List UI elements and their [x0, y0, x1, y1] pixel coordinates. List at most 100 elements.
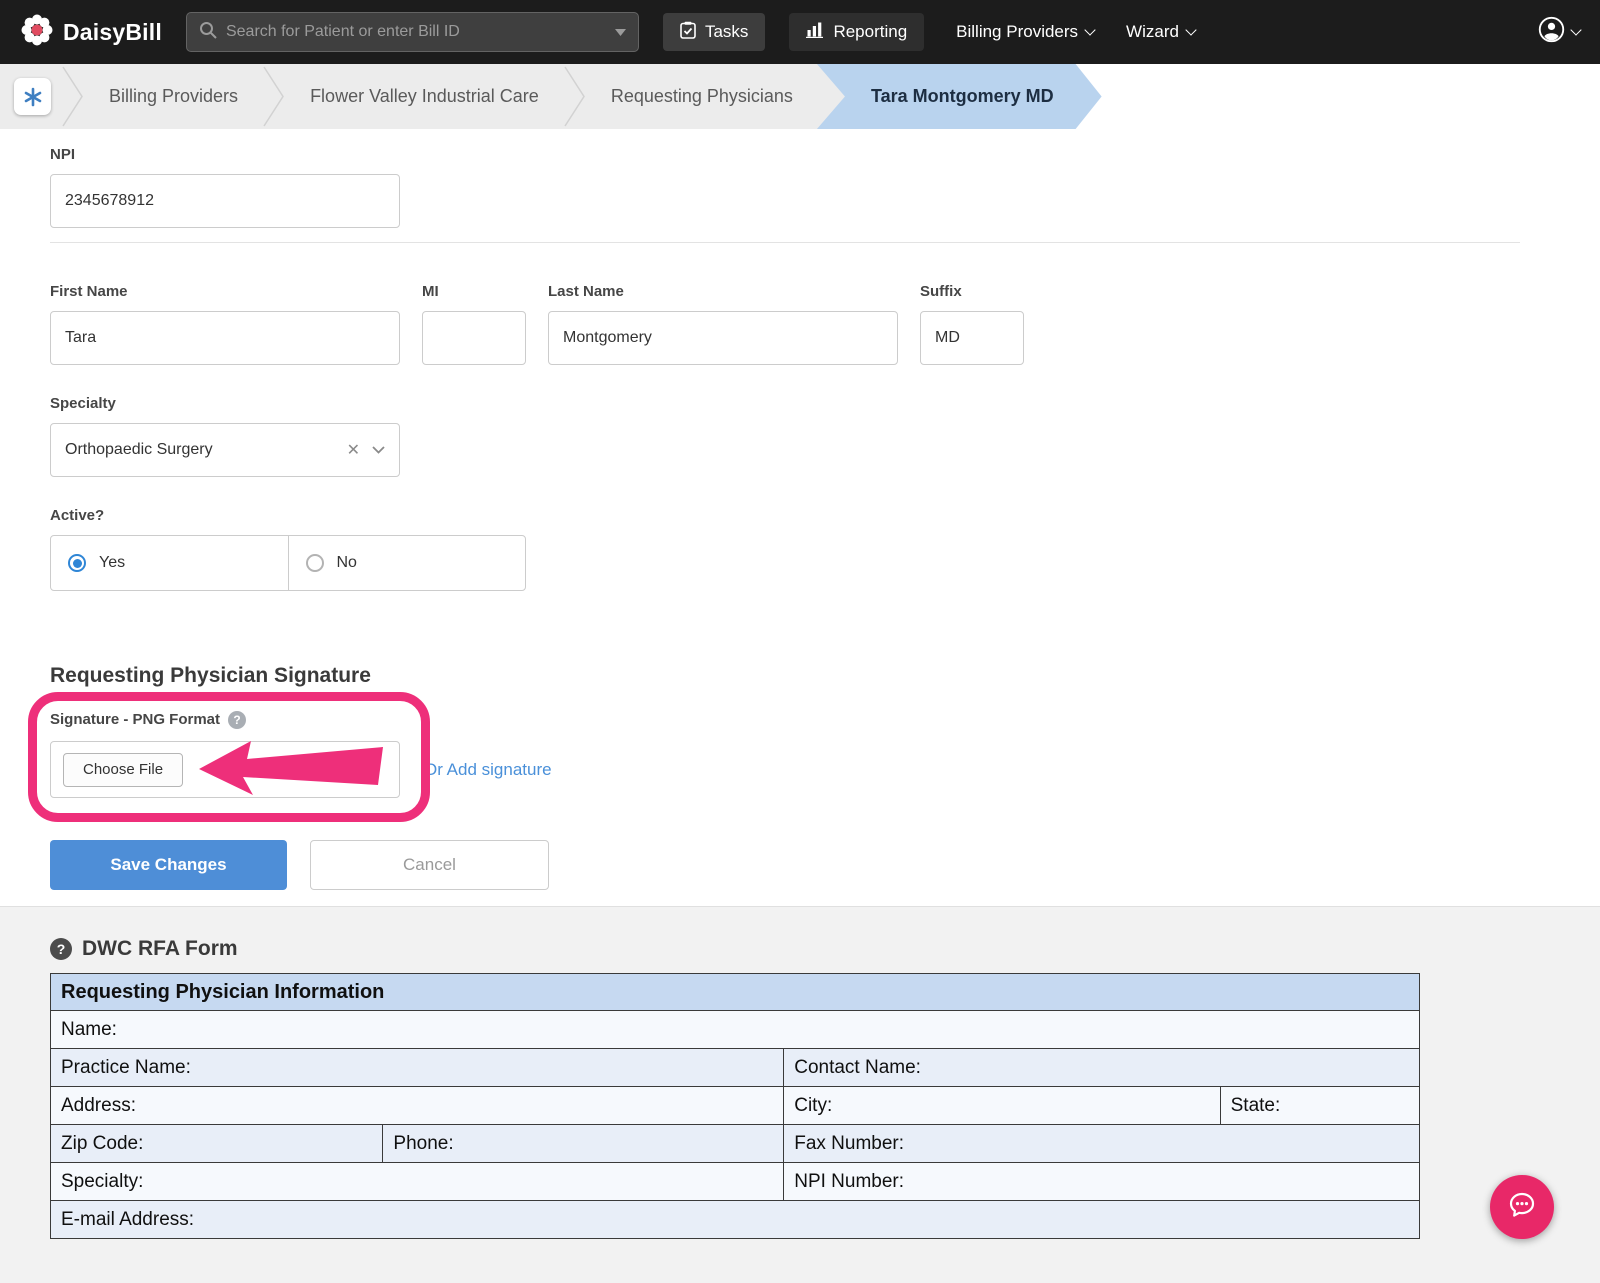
rfa-npi-cell: NPI Number:: [794, 1170, 905, 1192]
active-yes-label: Yes: [99, 554, 126, 571]
signature-file-label: Signature - PNG Format: [50, 711, 221, 728]
rfa-email-cell: E-mail Address:: [61, 1208, 195, 1230]
chevron-down-icon: [1084, 23, 1096, 36]
brand-logo[interactable]: DaisyBill: [20, 13, 162, 52]
form-actions: Save Changes Cancel: [50, 840, 1520, 890]
rfa-name-cell: Name:: [61, 1018, 117, 1040]
table-row: Zip Code: Phone: Fax Number:: [51, 1125, 1419, 1163]
save-changes-button[interactable]: Save Changes: [50, 840, 287, 890]
help-icon[interactable]: ?: [228, 711, 247, 729]
choose-file-button[interactable]: Choose File: [63, 752, 184, 787]
section-divider: [50, 242, 1520, 243]
radio-unchecked-icon[interactable]: [305, 554, 324, 572]
search-icon: [199, 21, 217, 44]
mi-input[interactable]: [422, 311, 526, 365]
mi-label: MI: [422, 283, 439, 300]
npi-label: NPI: [50, 146, 76, 163]
tasks-button[interactable]: Tasks: [662, 13, 766, 51]
bar-chart-icon: [806, 22, 824, 43]
top-nav-bar: DaisyBill Tasks: [0, 0, 1600, 64]
last-name-field: Last Name: [548, 283, 898, 365]
active-no-option[interactable]: No: [287, 536, 526, 590]
rfa-practice-name-cell: Practice Name:: [51, 1049, 785, 1086]
rfa-fax-cell: Fax Number:: [794, 1132, 905, 1154]
rfa-form-preview-table: Requesting Physician Information Name: P…: [50, 973, 1420, 1239]
account-menu[interactable]: [1538, 16, 1582, 48]
active-radio-group: Yes No: [50, 535, 526, 591]
specialty-select[interactable]: Orthopaedic Surgery ✕: [50, 423, 400, 477]
dwc-rfa-section: ? DWC RFA Form Requesting Physician Info…: [0, 906, 1600, 1283]
first-name-field: First Name: [50, 283, 400, 365]
breadcrumb-provider-name[interactable]: Flower Valley Industrial Care: [286, 64, 563, 129]
physician-form: NPI First Name MI Last Name Suffix Speci…: [0, 129, 1600, 906]
radio-checked-icon[interactable]: [68, 554, 86, 572]
brand-name: DaisyBill: [63, 18, 162, 45]
chat-support-button[interactable]: [1490, 1175, 1554, 1239]
chevron-down-icon: [1185, 23, 1197, 36]
first-name-input[interactable]: [50, 311, 400, 365]
active-yes-option[interactable]: Yes: [51, 536, 288, 590]
rfa-state-cell: State:: [1230, 1094, 1281, 1116]
rfa-address-cell: Address:: [51, 1087, 785, 1124]
wizard-menu[interactable]: Wizard: [1126, 22, 1197, 42]
table-row: Requesting Physician Information: [51, 974, 1419, 1011]
last-name-label: Last Name: [548, 283, 624, 300]
billing-providers-menu[interactable]: Billing Providers: [956, 22, 1096, 42]
breadcrumb-billing-providers[interactable]: Billing Providers: [85, 64, 262, 129]
rfa-contact-name-cell: Contact Name:: [794, 1056, 921, 1078]
reporting-label: Reporting: [833, 22, 908, 41]
breadcrumb-strip: Billing Providers Flower Valley Industri…: [0, 64, 845, 129]
active-label: Active?: [50, 507, 105, 524]
chat-bubble-icon: [1507, 1190, 1537, 1225]
user-account-icon: [1538, 16, 1565, 48]
rfa-city-cell: City:: [784, 1087, 1221, 1124]
tasks-checklist-icon: [680, 21, 696, 44]
reporting-button[interactable]: Reporting: [789, 13, 925, 51]
signature-file-input[interactable]: Choose File: [50, 741, 400, 798]
suffix-label: Suffix: [920, 283, 962, 300]
breadcrumb-separator-icon: [61, 64, 85, 129]
suffix-field: Suffix: [920, 283, 1024, 365]
rfa-phone-cell: Phone:: [383, 1125, 785, 1162]
breadcrumb-current-physician[interactable]: Tara Montgomery MD: [817, 64, 1102, 129]
practice-icon[interactable]: [14, 78, 51, 115]
active-field: Active? Yes No: [50, 507, 1520, 591]
search-input[interactable]: [225, 23, 606, 41]
help-icon[interactable]: ?: [50, 938, 72, 960]
rfa-table-header: Requesting Physician Information: [61, 980, 385, 1003]
first-name-label: First Name: [50, 283, 128, 300]
name-fields-row: First Name MI Last Name Suffix: [50, 283, 1520, 365]
last-name-input[interactable]: [548, 311, 898, 365]
dwc-rfa-heading-row: ? DWC RFA Form: [50, 937, 1550, 961]
signature-upload-area: Signature - PNG Format ? Choose File Or …: [28, 692, 750, 822]
npi-input[interactable]: [50, 174, 400, 228]
rfa-specialty-cell: Specialty:: [51, 1163, 785, 1200]
signature-file-label-row: Signature - PNG Format ?: [50, 711, 750, 729]
wizard-label: Wizard: [1126, 22, 1179, 41]
chevron-down-icon: [372, 441, 385, 459]
cancel-button[interactable]: Cancel: [310, 840, 549, 890]
table-row: Practice Name: Contact Name:: [51, 1049, 1419, 1087]
npi-field: NPI: [50, 146, 1520, 228]
breadcrumb-requesting-physicians[interactable]: Requesting Physicians: [587, 64, 817, 129]
table-row: Address: City: State:: [51, 1087, 1419, 1125]
search-dropdown-icon[interactable]: [614, 23, 626, 41]
specialty-field: Specialty Orthopaedic Surgery ✕: [50, 395, 1520, 477]
tasks-label: Tasks: [704, 22, 749, 41]
specialty-label: Specialty: [50, 395, 116, 412]
add-signature-link[interactable]: Or Add signature: [424, 760, 552, 780]
suffix-input[interactable]: [920, 311, 1024, 365]
table-row: Name:: [51, 1011, 1419, 1049]
chevron-down-icon: [1570, 23, 1582, 36]
breadcrumb: Billing Providers Flower Valley Industri…: [0, 64, 1600, 129]
signature-section-heading: Requesting Physician Signature: [50, 664, 371, 687]
clear-icon[interactable]: ✕: [335, 440, 372, 460]
breadcrumb-separator-icon: [563, 64, 587, 129]
specialty-value: Orthopaedic Surgery: [65, 441, 213, 458]
daisy-flower-icon: [20, 13, 54, 52]
global-search[interactable]: [185, 12, 639, 52]
dwc-rfa-heading: DWC RFA Form: [82, 937, 238, 960]
table-row: Specialty: NPI Number:: [51, 1163, 1419, 1201]
mi-field: MI: [422, 283, 526, 365]
signature-file-row: Choose File Or Add signature: [50, 741, 750, 798]
